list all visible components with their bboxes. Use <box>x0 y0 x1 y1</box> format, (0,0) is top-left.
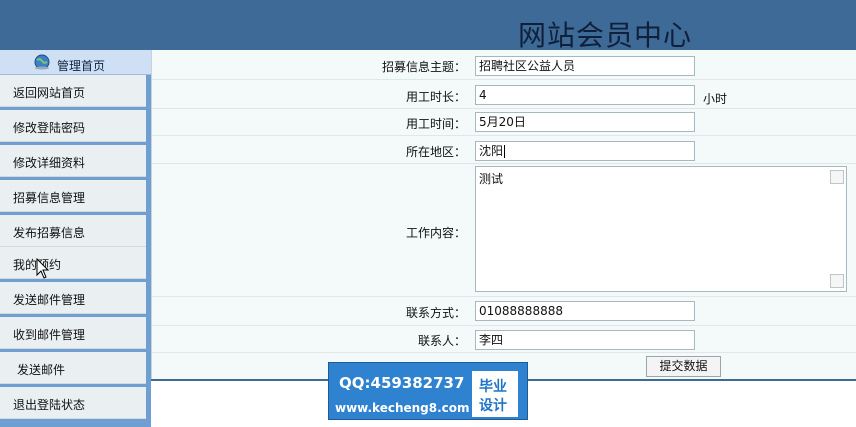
sidebar-item-publish-recruit[interactable]: 发布招募信息 <box>0 215 146 247</box>
sidebar-item-label: 发送邮件管理 <box>13 293 86 307</box>
subject-input[interactable]: 招聘社区公益人员 <box>475 56 695 76</box>
person-input[interactable]: 李四 <box>475 330 695 350</box>
form-row-duration: 用工时长： 4 小时 <box>152 80 856 109</box>
sidebar-item-label: 招募信息管理 <box>13 191 86 205</box>
content-textarea[interactable]: 测试 <box>475 166 847 292</box>
sidebar-home[interactable]: 管理首页 <box>0 50 151 75</box>
duration-input[interactable]: 4 <box>475 85 695 105</box>
sidebar-item-change-password[interactable]: 修改登陆密码 <box>0 110 146 142</box>
sidebar-item-label: 修改详细资料 <box>13 156 86 170</box>
recruit-form: 招募信息主题： 招聘社区公益人员 用工时长： 4 小时 用工时间： 5月20日 … <box>151 50 856 380</box>
sidebar-item-label: 发送邮件 <box>17 363 66 377</box>
watermark-badge-line2: 设计 <box>479 398 507 414</box>
submit-button[interactable]: 提交数据 <box>646 356 721 377</box>
sidebar-item-label: 发布招募信息 <box>13 226 86 240</box>
watermark-banner: QQ:459382737 www.kecheng8.com 毕业 设计 <box>328 362 528 420</box>
text-caret <box>504 145 506 158</box>
duration-unit: 小时 <box>703 92 728 106</box>
content-value: 测试 <box>479 172 504 186</box>
scroll-down-button[interactable] <box>830 274 844 288</box>
content-label: 工作内容： <box>405 226 466 240</box>
scroll-up-button[interactable] <box>830 170 844 184</box>
region-input[interactable]: 沈阳 <box>475 141 695 161</box>
watermark-badge: 毕业 设计 <box>472 371 518 417</box>
duration-label: 用工时长： <box>405 90 466 104</box>
watermark-qq: QQ:459382737 <box>339 374 465 392</box>
watermark-url: www.kecheng8.com <box>335 401 470 415</box>
globe-icon <box>34 54 50 70</box>
subject-label: 招募信息主题： <box>381 60 466 74</box>
sidebar-item-label: 收到邮件管理 <box>13 328 86 342</box>
region-value: 沈阳 <box>479 144 504 158</box>
site-title: 网站会员中心 <box>518 19 693 52</box>
form-row-contact: 联系方式： 01088888888 <box>152 297 856 326</box>
sidebar-item-logout[interactable]: 退出登陆状态 <box>0 387 146 419</box>
person-label: 联系人： <box>417 334 466 348</box>
form-row-region: 所在地区： 沈阳 <box>152 136 856 164</box>
sidebar-item-label: 返回网站首页 <box>13 86 86 100</box>
time-label: 用工时间： <box>405 117 466 131</box>
contact-label: 联系方式： <box>405 306 466 320</box>
contact-input[interactable]: 01088888888 <box>475 301 695 321</box>
sidebar-item-my-booking[interactable]: 我的预约 <box>0 247 146 279</box>
sidebar-item-label: 修改登陆密码 <box>13 121 86 135</box>
sidebar-home-label: 管理首页 <box>57 59 106 73</box>
sidebar-item-received-mail-manage[interactable]: 收到邮件管理 <box>0 317 146 349</box>
sidebar-item-label: 退出登陆状态 <box>13 398 86 412</box>
form-row-time: 用工时间： 5月20日 <box>152 109 856 136</box>
header-banner: 网站会员中心 <box>0 0 856 52</box>
watermark-badge-line1: 毕业 <box>479 379 507 395</box>
sidebar: 管理首页 返回网站首页 修改登陆密码 修改详细资料 招募信息管理 发布招募信息 … <box>0 50 151 427</box>
form-row-person: 联系人： 李四 <box>152 326 856 353</box>
sidebar-item-back-home[interactable]: 返回网站首页 <box>0 75 146 107</box>
time-input[interactable]: 5月20日 <box>475 112 695 132</box>
mouse-cursor-icon <box>36 258 50 279</box>
form-row-subject: 招募信息主题： 招聘社区公益人员 <box>152 50 856 80</box>
region-label: 所在地区： <box>405 145 466 159</box>
sidebar-item-sent-mail-manage[interactable]: 发送邮件管理 <box>0 282 146 314</box>
sidebar-item-recruit-manage[interactable]: 招募信息管理 <box>0 180 146 212</box>
sidebar-item-send-mail[interactable]: 发送邮件 <box>0 352 146 384</box>
sidebar-item-edit-profile[interactable]: 修改详细资料 <box>0 145 146 177</box>
